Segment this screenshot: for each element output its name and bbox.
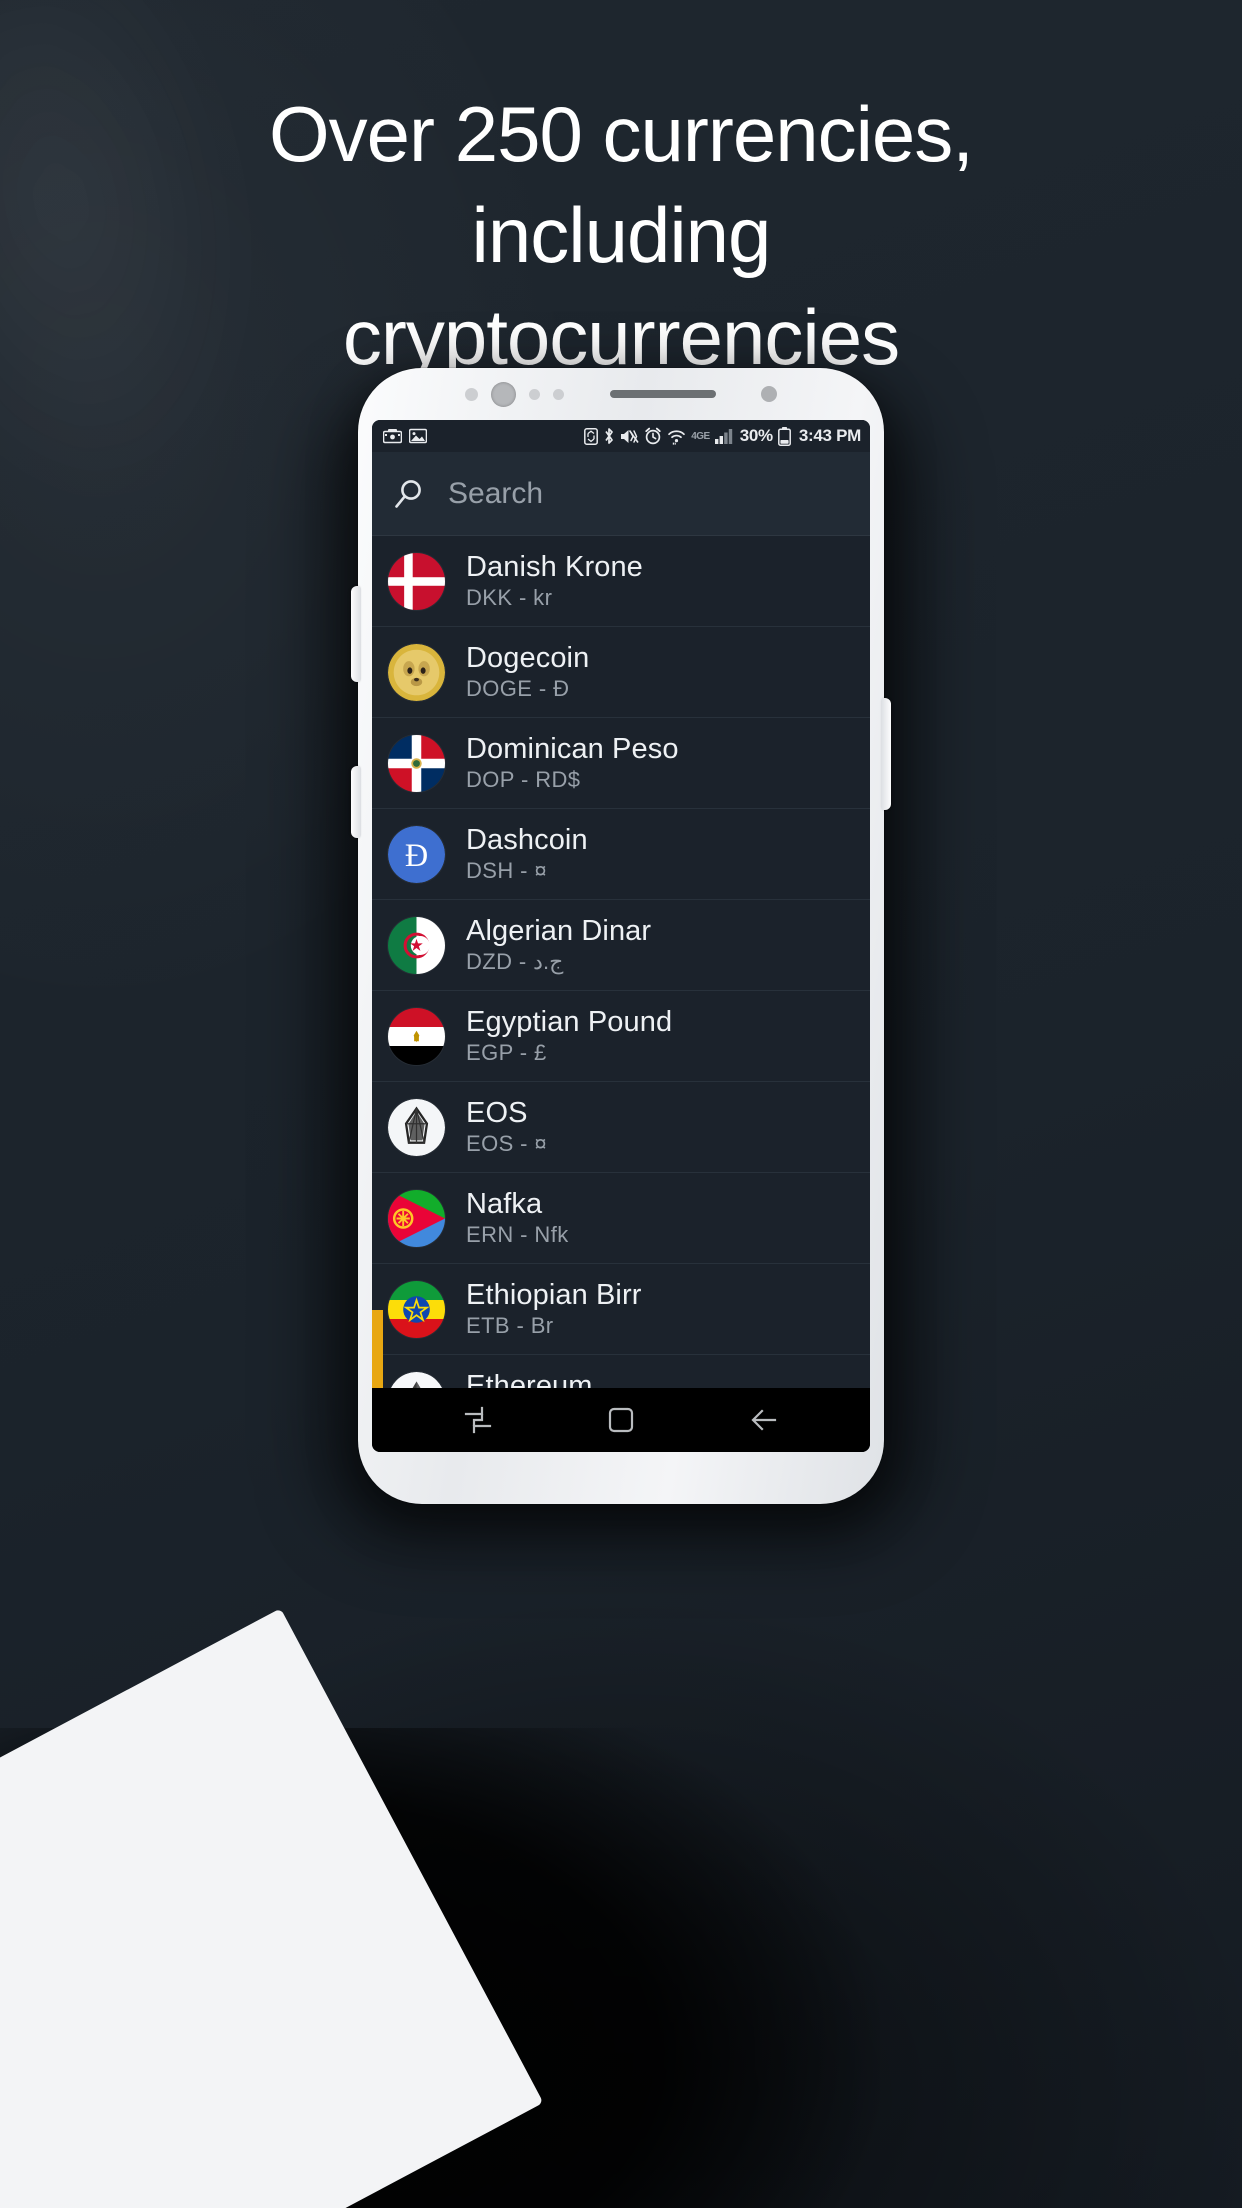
list-item[interactable]: Dogecoin DOGE - Ð bbox=[372, 627, 870, 718]
list-item-text: Ethereum ETH - Ξ bbox=[466, 1371, 593, 1388]
currency-name: Dominican Peso bbox=[466, 733, 679, 766]
alarm-icon bbox=[644, 427, 662, 445]
currency-code: DSH - ¤ bbox=[466, 857, 548, 883]
earpiece-speaker bbox=[610, 390, 716, 398]
flag-eritrea-icon bbox=[388, 1189, 445, 1247]
list-item[interactable]: EOS EOS - ¤ bbox=[372, 1082, 870, 1173]
currency-code: DOGE - Ð bbox=[466, 675, 570, 701]
phone-bottom-bezel bbox=[358, 1452, 884, 1504]
page-title-line-1: Over 250 currencies, bbox=[269, 90, 974, 178]
currency-name: Nafka bbox=[466, 1188, 543, 1221]
list-item[interactable]: Danish Krone DKK - kr bbox=[372, 536, 870, 627]
status-bar: 4GE 30% 3:43 PM bbox=[372, 420, 870, 452]
currency-name: Algerian Dinar bbox=[466, 915, 652, 948]
status-bar-left bbox=[383, 428, 427, 444]
flag-denmark-icon bbox=[388, 552, 445, 610]
battery-percent-label: 30% bbox=[739, 426, 773, 445]
flag-algeria-icon bbox=[388, 916, 445, 974]
currency-name: Ethereum bbox=[466, 1370, 593, 1388]
list-item[interactable]: Egyptian Pound EGP - £ bbox=[372, 991, 870, 1082]
proximity-sensor-icon bbox=[465, 387, 478, 401]
currency-name: Dogecoin bbox=[466, 642, 590, 675]
list-item-text: EOS EOS - ¤ bbox=[466, 1098, 547, 1155]
battery-icon bbox=[777, 426, 791, 446]
flag-dashcoin-icon: Ð bbox=[388, 825, 445, 883]
volume-button[interactable] bbox=[351, 586, 361, 682]
list-item-text: Egyptian Pound EGP - £ bbox=[466, 1007, 672, 1064]
bluetooth-icon bbox=[603, 427, 615, 445]
power-button[interactable] bbox=[881, 698, 891, 810]
battery-saver-icon bbox=[584, 427, 599, 445]
currency-name: Danish Krone bbox=[466, 551, 643, 584]
currency-name: Ethiopian Birr bbox=[466, 1279, 642, 1312]
svg-text:Ð: Ð bbox=[405, 836, 428, 872]
network-type-label: 4GE bbox=[691, 430, 710, 442]
currency-name: Egyptian Pound bbox=[466, 1006, 673, 1039]
android-navigation-bar bbox=[372, 1388, 870, 1452]
screenshot-icon bbox=[383, 428, 402, 444]
list-item-text: Ethiopian Birr ETB - Br bbox=[466, 1280, 642, 1337]
front-camera-icon bbox=[491, 381, 516, 407]
currency-code: ETB - Br bbox=[466, 1312, 554, 1338]
recents-icon[interactable] bbox=[448, 1398, 508, 1442]
wifi-icon bbox=[667, 428, 686, 445]
currency-code: EOS - ¤ bbox=[466, 1130, 548, 1156]
list-item[interactable]: Nafka ERN - Nfk bbox=[372, 1173, 870, 1264]
search-icon bbox=[392, 477, 426, 511]
page-title: Over 250 currencies, including cryptocur… bbox=[0, 84, 1242, 388]
led-indicator-icon bbox=[761, 386, 777, 402]
list-item-text: Dashcoin DSH - ¤ bbox=[466, 825, 588, 882]
vibrate-mute-icon bbox=[620, 428, 639, 445]
list-item[interactable]: Ethiopian Birr ETB - Br bbox=[372, 1264, 870, 1355]
list-item-text: Dominican Peso DOP - RD$ bbox=[466, 734, 679, 791]
currency-name: Dashcoin bbox=[466, 824, 588, 857]
flag-ethereum-icon bbox=[388, 1371, 445, 1388]
list-item-text: Algerian Dinar DZD - ج.د bbox=[466, 916, 651, 973]
phone-screen: 4GE 30% 3:43 PM Search Danish Krone DKK … bbox=[372, 420, 870, 1452]
flag-egypt-icon bbox=[388, 1007, 445, 1065]
signal-bars-icon bbox=[714, 428, 733, 444]
currency-code: DKK - kr bbox=[466, 584, 553, 610]
flag-dominican-republic-icon bbox=[388, 734, 445, 792]
sensor-cluster bbox=[465, 381, 564, 407]
status-clock: 3:43 PM bbox=[798, 426, 861, 445]
status-bar-right: 4GE 30% 3:43 PM bbox=[584, 426, 861, 446]
currency-list[interactable]: Danish Krone DKK - kr Dogecoin DOGE - Ð bbox=[372, 536, 870, 1388]
phone-top-bezel bbox=[358, 368, 884, 420]
list-item[interactable]: Dominican Peso DOP - RD$ bbox=[372, 718, 870, 809]
currency-name: EOS bbox=[466, 1097, 528, 1130]
scroll-indicator[interactable] bbox=[372, 1310, 383, 1388]
iris-sensor-icon bbox=[529, 388, 540, 400]
phone-mockup: 4GE 30% 3:43 PM Search Danish Krone DKK … bbox=[324, 368, 918, 1540]
back-icon[interactable] bbox=[734, 1398, 794, 1442]
flag-dogecoin-icon bbox=[388, 643, 445, 701]
list-item-text: Danish Krone DKK - kr bbox=[466, 552, 643, 609]
list-item-text: Nafka ERN - Nfk bbox=[466, 1189, 569, 1246]
currency-code: DZD - ج.د bbox=[466, 948, 564, 974]
search-input[interactable]: Search bbox=[448, 477, 543, 511]
currency-code: DOP - RD$ bbox=[466, 766, 581, 792]
bixby-button[interactable] bbox=[351, 766, 361, 838]
list-item[interactable]: Algerian Dinar DZD - ج.د bbox=[372, 900, 870, 991]
home-icon[interactable] bbox=[591, 1398, 651, 1442]
gallery-image-icon bbox=[409, 428, 427, 444]
list-item[interactable]: Ð Dashcoin DSH - ¤ bbox=[372, 809, 870, 900]
search-bar[interactable]: Search bbox=[372, 452, 870, 536]
flag-eos-icon bbox=[388, 1098, 445, 1156]
flag-ethiopia-icon bbox=[388, 1280, 445, 1338]
list-item-text: Dogecoin DOGE - Ð bbox=[466, 643, 589, 700]
list-item[interactable]: Ethereum ETH - Ξ bbox=[372, 1355, 870, 1388]
phone-body: 4GE 30% 3:43 PM Search Danish Krone DKK … bbox=[351, 368, 891, 1504]
currency-code: EGP - £ bbox=[466, 1039, 547, 1065]
currency-code: ERN - Nfk bbox=[466, 1221, 569, 1247]
light-sensor-icon bbox=[553, 388, 564, 400]
page-title-line-2: including bbox=[471, 191, 772, 280]
